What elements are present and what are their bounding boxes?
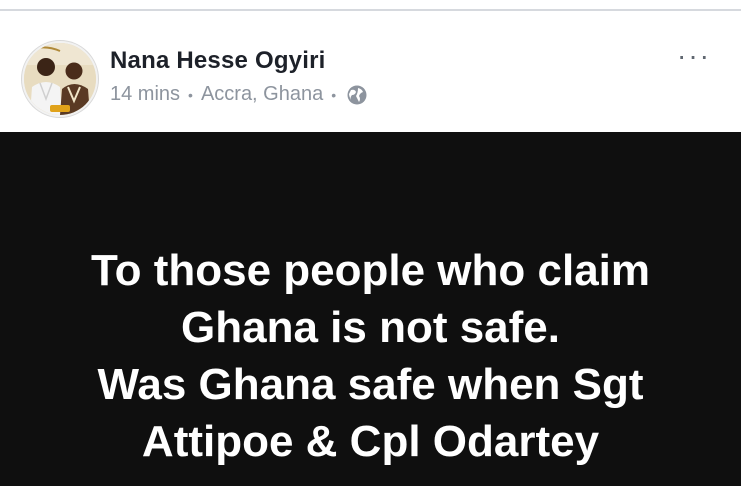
top-divider [0, 0, 741, 11]
post-text-line: Was Ghana safe when Sgt [97, 360, 644, 409]
more-options-icon[interactable]: ··· [672, 40, 716, 71]
post-text-line: To those people who claim [90, 246, 651, 295]
post-time[interactable]: 14 mins [110, 83, 180, 106]
avatar[interactable] [22, 41, 98, 117]
post-location[interactable]: Accra, Ghana [201, 83, 323, 106]
post-text-line: Attipoe & Cpl Odartey [141, 417, 600, 466]
post-meta: 14 mins • Accra, Ghana • [110, 83, 368, 106]
meta-separator: • [331, 86, 337, 103]
post-header: Nana Hesse Ogyiri 14 mins • Accra, Ghana… [0, 11, 741, 132]
author-name[interactable]: Nana Hesse Ogyiri [110, 47, 326, 75]
meta-separator: • [188, 86, 193, 103]
globe-icon[interactable] [346, 84, 368, 106]
avatar-photo [24, 43, 96, 115]
post-content-card: To those people who claim Ghana is not s… [0, 132, 741, 486]
post-text: To those people who claim Ghana is not s… [0, 242, 741, 470]
post-text-line: Ghana is not safe. [181, 303, 560, 352]
